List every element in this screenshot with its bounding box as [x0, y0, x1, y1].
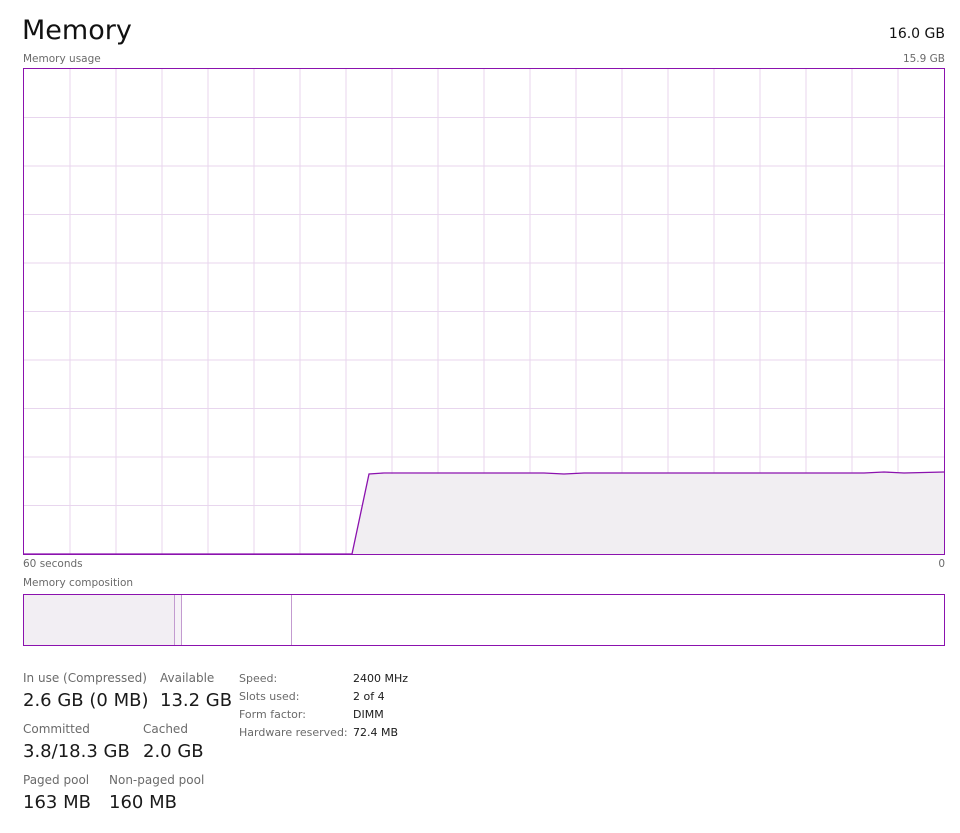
composition-modified: [175, 595, 182, 645]
non-paged-pool-label: Non-paged pool: [109, 773, 205, 787]
memory-usage-label: Memory usage: [23, 53, 101, 65]
committed-value: 3.8/18.3 GB: [23, 741, 130, 762]
composition-in-use: [24, 595, 175, 645]
time-axis-right-label: 0: [938, 558, 945, 570]
composition-standby: [182, 595, 292, 645]
total-memory: 16.0 GB: [888, 26, 945, 42]
memory-usage-max-label: 15.9 GB: [902, 53, 945, 65]
committed-label: Committed: [23, 722, 90, 736]
paged-pool-value: 163 MB: [23, 792, 91, 813]
speed-label: Speed:: [239, 672, 278, 685]
memory-usage-graph: [23, 68, 945, 555]
time-axis-left-label: 60 seconds: [23, 558, 83, 570]
cached-label: Cached: [143, 722, 188, 736]
cached-value: 2.0 GB: [143, 741, 204, 762]
memory-usage-chart: [24, 69, 944, 554]
slots-used-value: 2 of 4: [353, 690, 385, 703]
speed-value: 2400 MHz: [353, 672, 409, 685]
page-title: Memory: [22, 15, 132, 46]
paged-pool-label: Paged pool: [23, 773, 90, 787]
form-factor-label: Form factor:: [239, 708, 306, 721]
in-use-value: 2.6 GB (0 MB): [23, 690, 149, 711]
memory-composition-bar: [23, 594, 945, 646]
memory-composition-label: Memory composition: [23, 577, 134, 589]
available-value: 13.2 GB: [160, 690, 233, 711]
slots-used-label: Slots used:: [239, 690, 300, 703]
hardware-reserved-value: 72.4 MB: [353, 726, 399, 739]
form-factor-value: DIMM: [353, 708, 384, 721]
non-paged-pool-value: 160 MB: [109, 792, 177, 813]
hardware-reserved-label: Hardware reserved:: [239, 726, 348, 739]
in-use-label: In use (Compressed): [23, 671, 147, 685]
available-label: Available: [160, 671, 215, 685]
